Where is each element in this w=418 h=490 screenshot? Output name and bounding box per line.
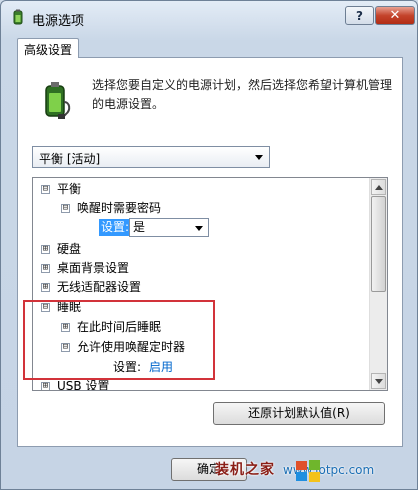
expand-icon[interactable]: ⊞ (41, 382, 50, 390)
restore-defaults-button[interactable]: 还原计划默认值(R) (213, 402, 385, 425)
window-title: 电源选项 (32, 14, 85, 29)
power-options-icon (13, 9, 23, 25)
setting-value-link[interactable]: 启用 (149, 358, 173, 377)
expand-icon[interactable]: ⊞ (41, 245, 50, 254)
tree-item-label: 睡眠 (57, 300, 82, 314)
tree-item-label: 在此时间后睡眠 (77, 320, 162, 334)
setting-prefix: 设置: (113, 360, 142, 374)
scroll-down-button[interactable] (371, 373, 386, 389)
setting-value: 是 (133, 220, 146, 234)
battery-plug-icon (45, 82, 71, 119)
settings-tree[interactable]: ⊟ 平衡 ⊟ 唤醒时需要密码 设置: 是 ⊞ 硬盘 ⊞ 桌面背景设置 ⊞ 无线适… (32, 177, 388, 391)
chevron-down-icon (195, 226, 203, 231)
title-bar: 电源选项 ? ✕ (1, 1, 417, 35)
vertical-scrollbar[interactable] (369, 178, 387, 390)
chevron-down-icon (255, 155, 263, 160)
advanced-settings-panel: 选择您要自定义的电源计划，然后选择您希望计算机管理的电源设置。 平衡 [活动] … (17, 57, 403, 447)
tab-advanced-settings[interactable]: 高级设置 (17, 38, 79, 58)
close-button[interactable]: ✕ (375, 6, 415, 25)
arrow-up-icon (375, 185, 383, 190)
description-text: 选择您要自定义的电源计划，然后选择您希望计算机管理的电源设置。 (92, 78, 393, 111)
expand-icon[interactable]: ⊞ (41, 264, 50, 273)
expand-icon[interactable]: ⊞ (41, 283, 50, 292)
password-setting-select[interactable]: 是 (129, 218, 209, 237)
watermark-text: 装机之家 (215, 462, 275, 478)
windows-logo-icon (296, 460, 320, 482)
collapse-icon[interactable]: ⊟ (41, 303, 50, 312)
collapse-icon[interactable]: ⊟ (61, 204, 70, 213)
scroll-up-button[interactable] (371, 179, 386, 195)
power-options-window: 电源选项 ? ✕ 高级设置 选择您要自定义的电源计划，然后选择您希望计算机管理的… (0, 0, 418, 490)
tree-item-label: 唤醒时需要密码 (77, 201, 162, 215)
tree-item-label: 无线适配器设置 (57, 280, 142, 294)
tree-item-label: USB 设置 (57, 379, 110, 391)
arrow-down-icon (375, 379, 383, 384)
tree-item-label: 硬盘 (57, 242, 82, 256)
scrollbar-thumb[interactable] (371, 196, 386, 292)
power-plan-select[interactable]: 平衡 [活动] (32, 146, 270, 168)
tree-item-label: 允许使用唤醒定时器 (77, 340, 186, 354)
setting-prefix: 设置: (99, 219, 132, 236)
tree-item-label: 桌面背景设置 (57, 261, 130, 275)
help-button[interactable]: ? (345, 6, 374, 25)
power-plan-value: 平衡 [活动] (39, 152, 101, 166)
collapse-icon[interactable]: ⊟ (41, 185, 50, 194)
tree-item-label: 平衡 (57, 182, 82, 196)
expand-icon[interactable]: ⊞ (61, 323, 70, 332)
collapse-icon[interactable]: ⊟ (61, 343, 70, 352)
